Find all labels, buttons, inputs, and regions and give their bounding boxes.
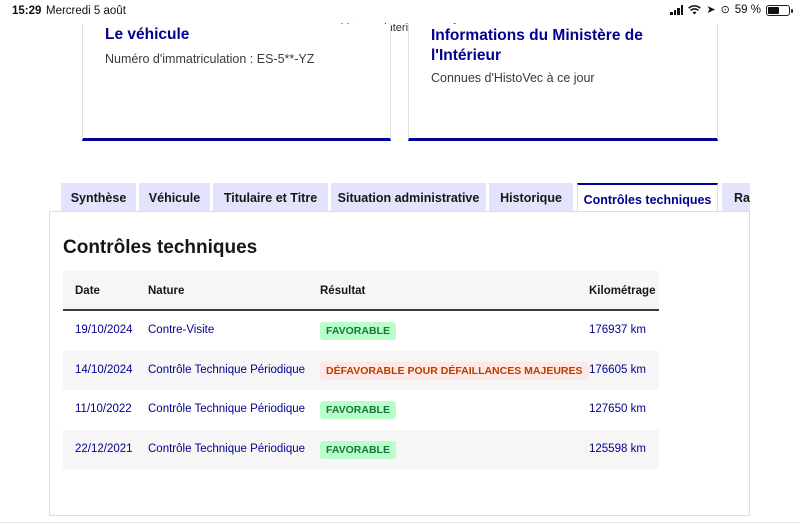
tab-situation-administrative[interactable]: Situation administrative [331,183,486,213]
table-row: 22/12/2021 Contrôle Technique Périodique… [63,429,659,469]
result-badge: FAVORABLE [320,440,396,459]
ministry-card-description: Connues d'HistoVec à ce jour [431,71,595,85]
tab-titulaire-et-titre[interactable]: Titulaire et Titre [213,183,328,213]
table-row: 19/10/2024 Contre-Visite FAVORABLE 17693… [63,311,659,351]
tab-list: Synthèse Véhicule Titulaire et Titre Sit… [51,183,750,213]
orientation-lock-icon: ⊙ [720,3,730,16]
battery-percent: 59 % [734,4,761,16]
row-date: 22/12/2021 [75,442,133,455]
row-date: 19/10/2024 [75,324,133,336]
status-time: 15:29 [12,5,42,17]
location-icon: ➤ [706,3,716,16]
battery-icon [766,4,793,16]
row-date: 11/10/2022 [75,403,132,415]
result-badge: DÉFAVORABLE POUR DÉFAILLANCES MAJEURES [320,361,589,380]
ministry-card-title[interactable]: Informations du Ministère de l'Intérieur [431,26,701,66]
page-divider [0,522,800,523]
result-badge: FAVORABLE [320,322,396,340]
tab-historique[interactable]: Historique [489,183,573,213]
status-date: Mercredi 5 août [46,5,126,17]
column-header-nature: Nature [148,285,185,297]
row-mileage: 176605 km [589,363,646,376]
row-nature: Contre-Visite [148,324,215,336]
row-mileage: 125598 km [589,442,646,455]
row-nature: Contrôle Technique Périodique [148,363,306,376]
result-badge: FAVORABLE [320,401,396,419]
table-row: 11/10/2022 Contrôle Technique Périodique… [63,390,659,430]
status-bar: 15:29 Mercredi 5 août ➤ ⊙ 59 % histovec.… [0,0,800,34]
table-row: 14/10/2024 Contrôle Technique Périodique… [63,350,659,390]
vehicle-card-title[interactable]: Le véhicule [105,25,189,45]
ministry-card[interactable]: Informations du Ministère de l'Intérieur… [408,24,718,141]
tab-rapport[interactable]: Rap [722,183,750,213]
vehicle-card-description: Numéro d'immatriculation : ES-5**-YZ [105,52,315,66]
technical-controls-table: Date Nature Résultat Kilométrage 19/10/2… [63,271,659,469]
wifi-icon [688,5,702,15]
table-header: Date Nature Résultat Kilométrage [63,271,659,311]
cellular-signal-icon [670,5,684,15]
row-mileage: 127650 km [589,403,646,415]
tab-synthese[interactable]: Synthèse [61,183,136,213]
tab-controles-techniques[interactable]: Contrôles techniques [577,183,718,213]
section-title: Contrôles techniques [63,237,258,258]
column-header-mileage: Kilométrage [589,285,656,297]
column-header-result: Résultat [320,285,366,297]
row-nature: Contrôle Technique Périodique [148,442,306,455]
status-indicators: ➤ ⊙ 59 % [670,3,793,16]
tab-vehicule[interactable]: Véhicule [139,183,210,213]
row-mileage: 176937 km [589,324,646,336]
column-header-date: Date [75,285,100,297]
vehicle-card[interactable]: Le véhicule Numéro d'immatriculation : E… [82,24,391,141]
row-nature: Contrôle Technique Périodique [148,403,306,415]
row-date: 14/10/2024 [75,363,133,376]
